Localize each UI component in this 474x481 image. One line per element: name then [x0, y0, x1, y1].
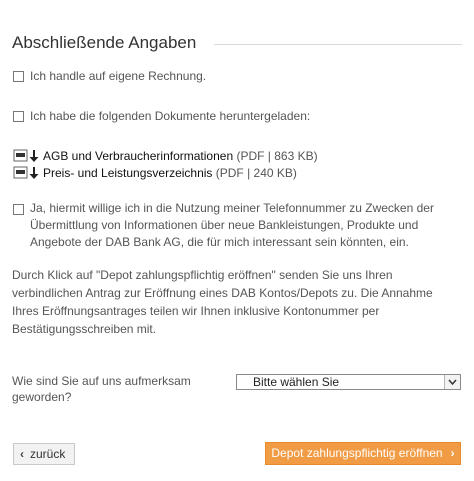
- document-link-preis[interactable]: Preis- und Leistungsverzeichnis: [43, 166, 212, 180]
- submit-button[interactable]: Depot zahlungspflichtig eröffnen ›: [265, 442, 461, 465]
- pdf-download-icon: [13, 149, 41, 167]
- back-button[interactable]: ‹ zurück: [13, 443, 75, 465]
- own-account-label: Ich handle auf eigene Rechnung.: [30, 69, 207, 83]
- document-meta-preis: (PDF | 240 KB): [215, 166, 297, 180]
- document-row-preis[interactable]: Preis- und Leistungsverzeichnis (PDF | 2…: [13, 166, 297, 184]
- document-link-agb[interactable]: AGB und Verbraucherinformationen: [43, 149, 233, 163]
- document-meta-agb: (PDF | 863 KB): [236, 149, 318, 163]
- chevron-right-icon: ›: [450, 446, 455, 460]
- chevron-down-icon[interactable]: [444, 375, 460, 389]
- docs-downloaded-label: Ich habe die folgenden Dokumente herunte…: [30, 109, 311, 123]
- back-button-label: zurück: [30, 447, 66, 461]
- own-account-checkbox[interactable]: [13, 71, 24, 82]
- referral-select[interactable]: Bitte wählen Sie: [236, 374, 461, 390]
- submit-button-label: Depot zahlungspflichtig eröffnen: [271, 446, 443, 460]
- notice-text: Durch Klick auf "Depot zahlungspflichtig…: [12, 268, 433, 336]
- consent-checkbox[interactable]: [13, 204, 24, 215]
- section-title: Abschließende Angaben: [12, 33, 197, 52]
- document-row-agb[interactable]: AGB und Verbraucherinformationen (PDF | …: [13, 149, 318, 167]
- chevron-left-icon: ‹: [20, 447, 24, 461]
- title-rule: [214, 44, 462, 45]
- referral-select-value: Bitte wählen Sie: [253, 375, 340, 389]
- docs-downloaded-checkbox[interactable]: [13, 111, 24, 122]
- consent-label: Ja, hiermit willige ich in die Nutzung m…: [30, 201, 434, 249]
- pdf-download-icon: [13, 166, 41, 184]
- referral-question: Wie sind Sie auf uns aufmerksam geworden…: [12, 374, 191, 404]
